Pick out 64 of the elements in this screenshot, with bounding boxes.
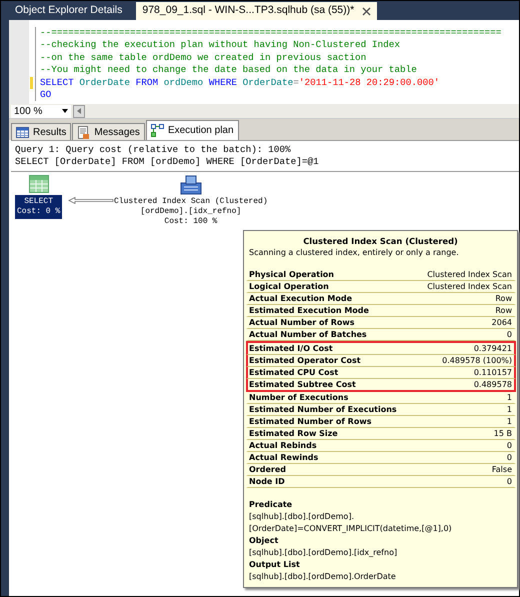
property-value: 0.379421	[474, 343, 512, 354]
property-value: 1	[506, 404, 512, 416]
property-label: Actual Rewinds	[249, 452, 318, 464]
property-value: 0.110157	[474, 367, 512, 378]
property-label: Estimated CPU Cost	[249, 367, 338, 378]
tooltip-title: Clustered Index Scan (Clustered)	[302, 235, 459, 248]
result-tab[interactable]: Results	[11, 123, 72, 140]
close-icon[interactable]	[362, 6, 372, 16]
property-label: Estimated I/O Cost	[249, 343, 333, 354]
property-value: 0	[506, 440, 512, 452]
section-heading: Output List	[249, 559, 301, 572]
property-label: Node ID	[249, 476, 285, 488]
result-tab[interactable]: Execution plan	[146, 120, 239, 140]
property-label: Estimated Row Size	[249, 428, 338, 440]
grid-icon	[16, 126, 29, 138]
property-label: Estimated Number of Rows	[249, 416, 372, 428]
zoom-dropdown[interactable]: 100 %	[11, 104, 71, 118]
index-scan-icon	[180, 175, 202, 195]
property-value: False	[492, 464, 512, 476]
property-value: 0	[506, 452, 512, 464]
document-icon	[77, 126, 90, 138]
property-value: Clustered Index Scan	[427, 269, 512, 280]
property-value: 1	[506, 392, 512, 404]
property-label: Actual Number of Rows	[249, 317, 355, 328]
property-label: Estimated Operator Cost	[249, 355, 361, 366]
plan-icon	[150, 124, 164, 137]
query-statement: SELECT [OrderDate] FROM [ordDemo] WHERE [OrderDate]=@1	[15, 156, 320, 168]
property-label: Estimated Number of Executions	[249, 404, 397, 416]
property-value: Row	[495, 305, 512, 316]
property-label: Actual Execution Mode	[249, 293, 352, 304]
property-value: 0.489578	[474, 379, 512, 390]
caret-icon	[62, 109, 68, 113]
property-label: Estimated Execution Mode	[249, 305, 369, 316]
section-text: [sqlhub].[dbo].[ordDemo].[OrderDate]=CONVERT_IMPLICIT(datetime,[@1],0)	[249, 511, 453, 536]
property-value: 1	[506, 416, 512, 428]
section-heading: Predicate	[249, 499, 294, 512]
arrow-icon	[68, 197, 114, 204]
property-value: 0	[506, 476, 512, 488]
section-text: [sqlhub].[dbo].[ordDemo].OrderDate	[249, 571, 397, 584]
section-heading: Object	[249, 535, 280, 548]
document-tab[interactable]: Object Explorer Details	[9, 2, 128, 20]
result-tab[interactable]: Messages	[72, 123, 145, 140]
document-tab[interactable]: 978_09_1.sql - WIN-S...TP3.sqlhub (sa (55))*	[136, 2, 378, 20]
property-value: Row	[495, 293, 512, 304]
property-label: Actual Number of Batches	[249, 329, 367, 340]
property-value: 15 B	[494, 428, 512, 440]
property-value: Clustered Index Scan	[427, 281, 512, 292]
plan-node-label[interactable]: Clustered Index Scan (Clustered) [ordDemo].[idx_refno] Cost: 100 %	[112, 195, 270, 229]
property-label: Estimated Subtree Cost	[249, 379, 356, 390]
plan-node-label[interactable]: SELECT Cost: 0 %	[15, 195, 62, 219]
property-value: 0	[506, 329, 512, 340]
property-label: Actual Rebinds	[249, 440, 317, 452]
property-label: Physical Operation	[249, 269, 334, 280]
section-text: [sqlhub].[dbo].[ordDemo].[idx_refno]	[249, 547, 398, 560]
property-label: Ordered	[249, 464, 286, 476]
property-label: Logical Operation	[249, 281, 329, 292]
property-label: Number of Executions	[249, 392, 348, 404]
query-cost-text: Query 1: Query cost (relative to the batch): 100%	[15, 144, 292, 156]
property-value: 0.489578 (100%)	[442, 355, 512, 366]
arrow-icon	[77, 108, 81, 114]
property-value: 2064	[492, 317, 512, 328]
scroll-left-button[interactable]	[73, 104, 85, 118]
table-icon	[28, 175, 49, 193]
tooltip-description: Scanning a clustered index, entirely or only a range.	[249, 247, 460, 260]
